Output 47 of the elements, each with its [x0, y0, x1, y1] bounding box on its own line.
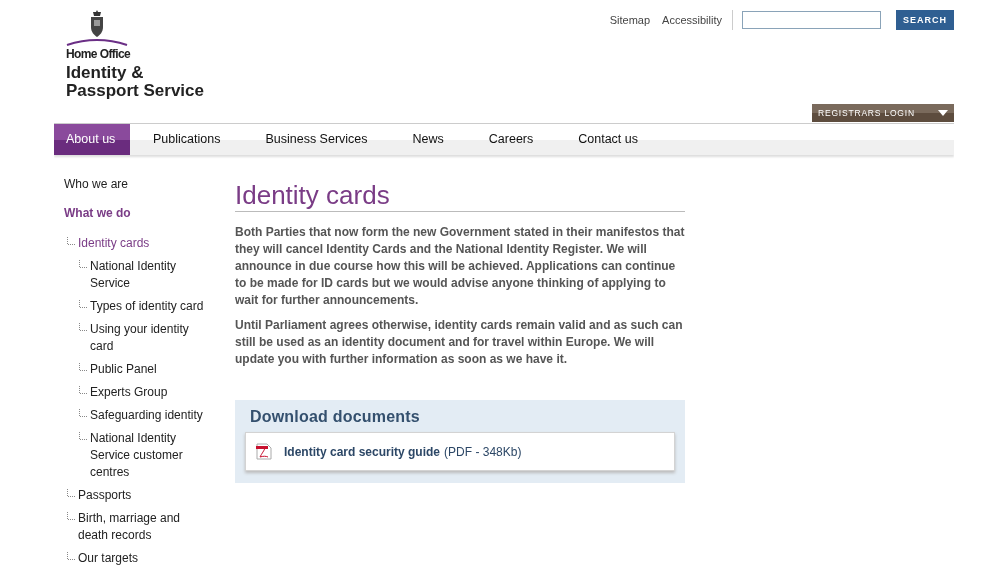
search-button[interactable]: SEARCH	[896, 10, 954, 30]
service-name: Identity & Passport Service	[66, 64, 204, 100]
tree-connector-icon	[79, 409, 87, 417]
tree-connector-icon	[67, 237, 75, 245]
sidebar-item[interactable]: Passports	[78, 487, 213, 504]
sidebar-item[interactable]: National Identity Service	[90, 258, 210, 292]
tree-connector-icon	[67, 552, 75, 560]
nav-tab[interactable]: Contact us	[556, 124, 661, 155]
tree-connector-icon	[79, 432, 87, 440]
file-info: (PDF - 348Kb)	[444, 444, 522, 459]
document-link[interactable]: Identity card security guide	[284, 444, 441, 459]
sidebar-item[interactable]: Our targets	[78, 550, 213, 567]
utility-link[interactable]: Sitemap	[609, 14, 651, 26]
tree-connector-icon	[79, 323, 87, 331]
department-name: Home Office	[66, 47, 132, 61]
page-title: Identity cards	[235, 177, 685, 212]
pdf-icon	[256, 443, 272, 460]
nav-tab[interactable]: News	[390, 124, 466, 155]
nav-tab[interactable]: Business Services	[243, 124, 390, 155]
sidebar-item[interactable]: Identity cards	[78, 235, 213, 252]
sidebar-item[interactable]: National Identity Service customer centres	[90, 430, 210, 481]
nav-tab[interactable]: About us	[54, 124, 130, 155]
sidebar-item[interactable]: Using your identity card	[90, 321, 210, 355]
tree-connector-icon	[79, 386, 87, 394]
nav-tab[interactable]: Careers	[466, 124, 556, 155]
tree-connector-icon	[79, 260, 87, 268]
registrars-login-dropdown[interactable]: REGISTRARS LOGIN	[812, 104, 954, 122]
search-field[interactable]	[742, 11, 881, 29]
sidebar-item[interactable]: Experts Group	[90, 384, 210, 401]
tree-connector-icon	[67, 489, 75, 497]
sidebar-item[interactable]: Safeguarding identity	[90, 407, 210, 424]
utility-link[interactable]: Accessibility	[662, 14, 722, 26]
paragraph: Both Parties that now form the new Government stated in their manifestos that they will cancel Identity Cards and the National Identity Register. We will announce in due course how this will be achieved. Applications can continue to be made for ID cards but we would advise anyone thinking of applying to wait for further announcements.	[235, 224, 685, 309]
caret-icon	[938, 110, 948, 116]
sidebar-item[interactable]: Public Panel	[90, 361, 210, 378]
tree-connector-icon	[79, 300, 87, 308]
paragraph: Until Parliament agrees otherwise, identity cards remain valid and as such can still be used as an identity document and for travel within Europe. We will update you with further information as soon as we have it.	[235, 317, 684, 368]
downloads-heading: Download documents	[250, 408, 421, 426]
sidebar-item[interactable]: What we do	[64, 206, 214, 221]
logo-arc	[66, 38, 128, 46]
nav-tab[interactable]: Publications	[131, 124, 243, 155]
tree-connector-icon	[67, 512, 75, 520]
sidebar-item[interactable]: Who we are	[64, 177, 214, 192]
sidebar-item[interactable]: Birth, marriage and death records	[78, 510, 213, 544]
sidebar-item[interactable]: Types of identity card	[90, 298, 210, 315]
crest-icon	[88, 10, 106, 38]
tree-connector-icon	[79, 363, 87, 371]
